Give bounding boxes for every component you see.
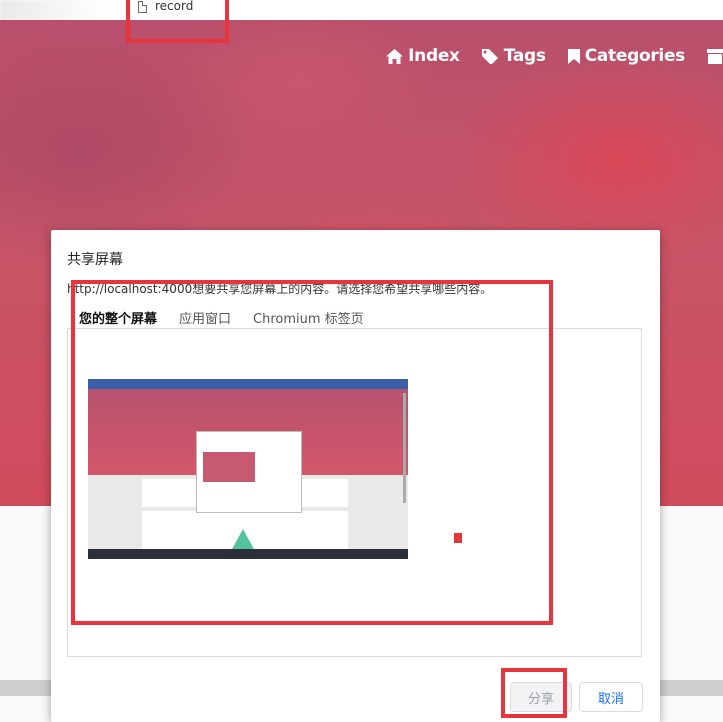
thumbnail-dialog xyxy=(196,431,302,513)
tab-record[interactable]: record xyxy=(138,0,193,14)
thumbnail-chart-shape xyxy=(231,529,255,551)
nav-categories[interactable]: Categories xyxy=(567,46,686,66)
nav-index-label: Index xyxy=(408,46,460,66)
thumbnail-browser-bar xyxy=(88,379,408,389)
share-button[interactable]: 分享 xyxy=(510,682,572,712)
nav-index[interactable]: Index xyxy=(386,46,460,66)
cancel-button[interactable]: 取消 xyxy=(579,682,643,712)
document-icon xyxy=(138,1,147,13)
thumbnail-dialog-preview xyxy=(203,452,255,482)
tag-icon xyxy=(481,48,498,64)
blurred-tab[interactable] xyxy=(0,0,110,20)
bookmark-icon xyxy=(567,48,580,64)
thumbnail-scrollbar xyxy=(403,393,406,503)
tab-entire-screen[interactable]: 您的整个屏幕 xyxy=(79,308,157,330)
dialog-description: http://localhost:4000想要共享您屏幕上的内容。请选择您希望共… xyxy=(67,282,493,296)
nav-tags[interactable]: Tags xyxy=(481,46,546,66)
share-screen-dialog: 共享屏幕 http://localhost:4000想要共享您屏幕上的内容。请选… xyxy=(51,230,660,722)
thumbnail-taskbar xyxy=(88,549,408,559)
browser-tab-strip: record xyxy=(0,0,723,20)
archive-icon xyxy=(707,48,723,64)
site-nav: Index Tags Categories xyxy=(386,46,723,66)
tab-title: record xyxy=(155,0,194,13)
source-preview-pane xyxy=(67,328,642,657)
nav-categories-label: Categories xyxy=(584,46,686,66)
tab-application-window[interactable]: 应用窗口 xyxy=(179,308,231,330)
nav-archive[interactable] xyxy=(707,46,723,66)
source-tabs: 您的整个屏幕 应用窗口 Chromium 标签页 xyxy=(79,308,364,330)
home-icon xyxy=(386,48,404,64)
annotation-marker xyxy=(454,533,462,543)
screen-thumbnail[interactable] xyxy=(88,379,408,559)
tab-chromium-tab[interactable]: Chromium 标签页 xyxy=(253,308,364,330)
nav-tags-label: Tags xyxy=(503,46,546,66)
dialog-title: 共享屏幕 xyxy=(67,252,123,268)
